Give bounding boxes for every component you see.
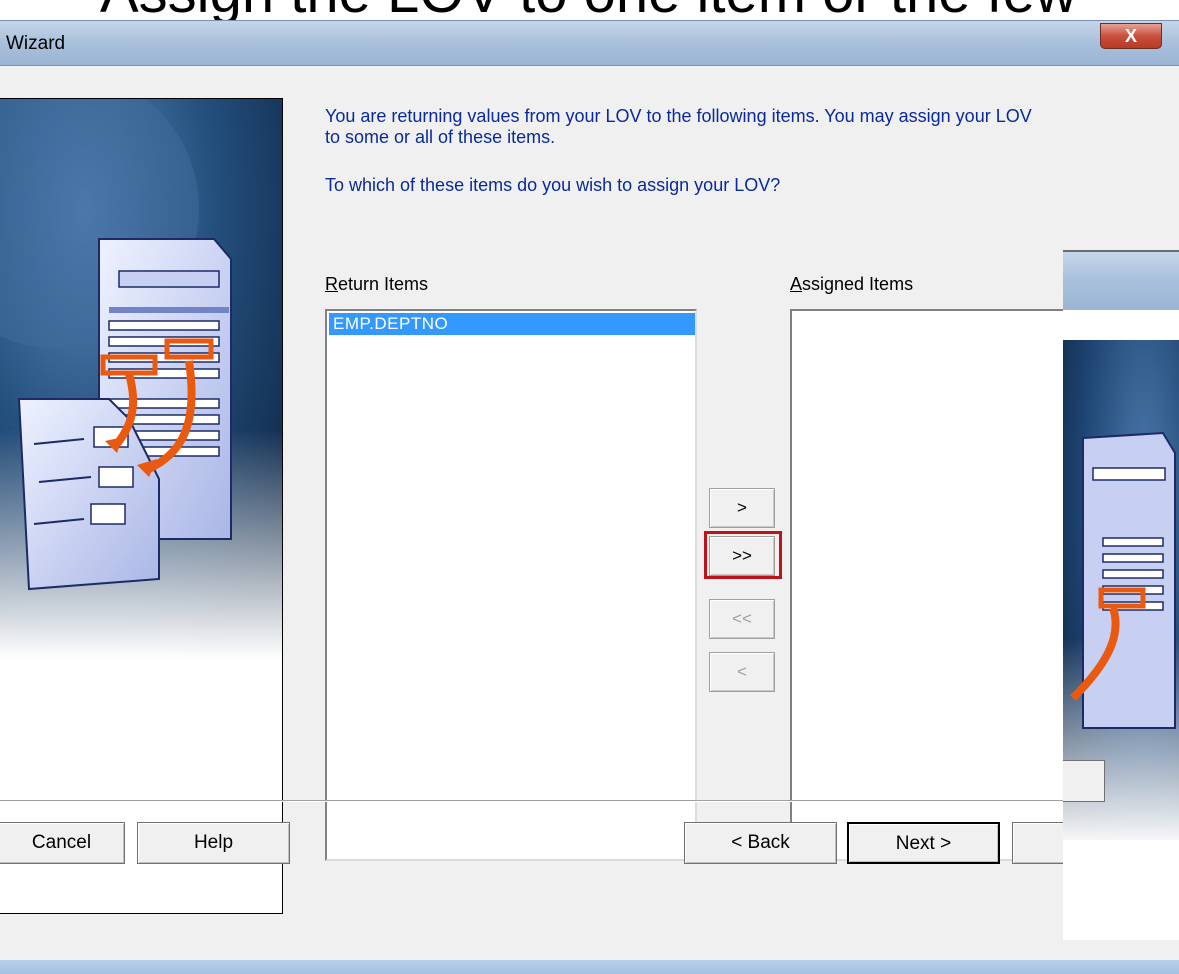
help-button[interactable]: Help — [137, 822, 290, 864]
assigned-items-mnemonic: A — [790, 274, 803, 294]
slide-header: Assign the LOV to one item or the few — [0, 0, 1179, 20]
wizard-illustration — [0, 98, 283, 914]
add-all-highlight — [704, 531, 782, 579]
assigned-items-list[interactable] — [790, 309, 1070, 861]
remove-all-button[interactable]: << — [709, 599, 775, 639]
assigned-items-label: Assigned Items — [790, 274, 913, 295]
close-button[interactable]: X — [1100, 23, 1162, 49]
taskbar-strip — [0, 960, 1179, 974]
overlap-illustration-image — [1063, 340, 1179, 940]
slide-title-fragment: Assign the LOV to one item or the few — [100, 0, 1077, 20]
return-items-list[interactable]: EMP.DEPTNO — [325, 309, 697, 861]
window-titlebar[interactable]: Wizard X — [0, 20, 1179, 66]
overlapping-wizard-image — [1063, 250, 1179, 940]
return-items-label-text: eturn Items — [338, 274, 429, 294]
instruction-line-1: You are returning values from your LOV t… — [325, 106, 1032, 126]
return-items-label: Return Items — [325, 274, 428, 295]
overlap-titlebar — [1063, 250, 1179, 310]
list-item[interactable]: EMP.DEPTNO — [329, 313, 695, 335]
back-button[interactable]: < Back — [684, 822, 837, 864]
instruction-question: To which of these items do you wish to a… — [325, 175, 781, 195]
window-title: Wizard — [6, 33, 66, 54]
next-button[interactable]: Next > — [847, 822, 1000, 864]
cancel-button[interactable]: Cancel — [0, 822, 125, 864]
add-one-button[interactable]: > — [709, 488, 775, 528]
footer-separator — [0, 800, 1179, 802]
overlap-partial-button — [1063, 760, 1105, 802]
wizard-illustration-image — [0, 99, 282, 659]
close-icon: X — [1124, 26, 1137, 46]
wizard-client-area: You are returning values from your LOV t… — [0, 66, 1179, 974]
assigned-items-label-text: ssigned Items — [802, 274, 914, 294]
instruction-line-2: to some or all of these items. — [325, 127, 556, 147]
return-items-mnemonic: R — [325, 274, 338, 294]
remove-one-button[interactable]: < — [709, 652, 775, 692]
